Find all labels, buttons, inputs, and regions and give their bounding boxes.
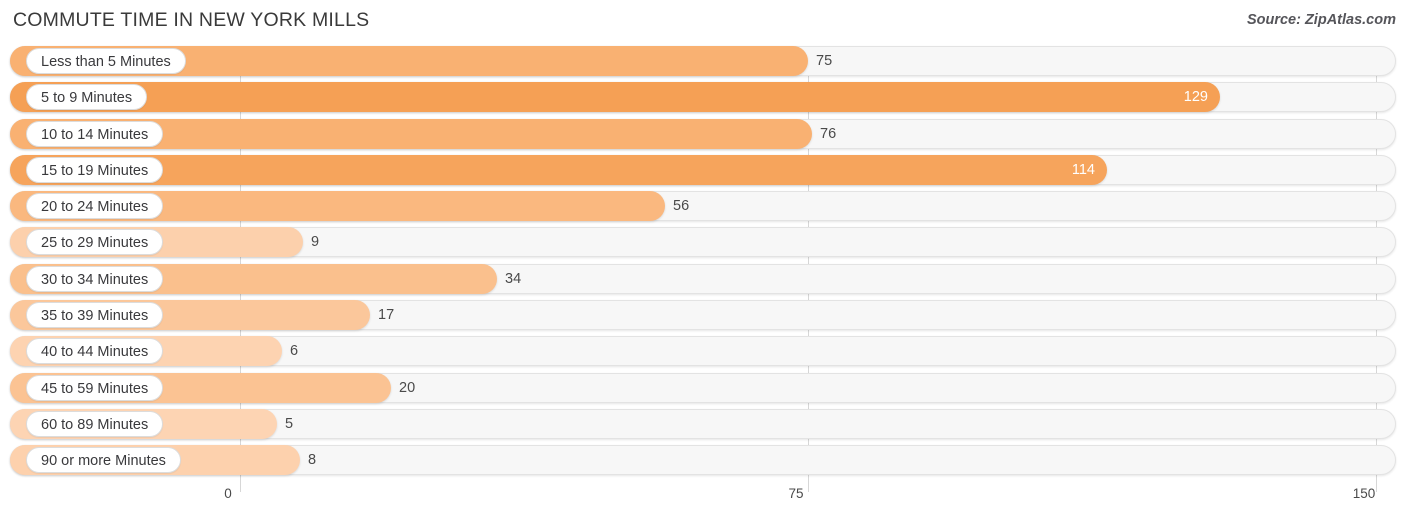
bar-value-label: 34 xyxy=(505,270,522,287)
category-label: 60 to 89 Minutes xyxy=(26,410,164,437)
bar-row[interactable]: 17 35 to 39 Minutes xyxy=(0,300,1406,331)
category-label: 5 to 9 Minutes xyxy=(26,84,148,111)
category-label: 10 to 14 Minutes xyxy=(26,120,164,147)
bar-value-label: 17 xyxy=(378,307,395,324)
category-label: 45 to 59 Minutes xyxy=(26,374,164,401)
bar-value-label: 8 xyxy=(308,452,317,469)
axis-tick-mark xyxy=(240,480,241,492)
bar-row[interactable]: 76 10 to 14 Minutes xyxy=(0,118,1406,149)
bar-row[interactable]: 75 Less than 5 Minutes xyxy=(0,46,1406,76)
bar-value-label: 9 xyxy=(311,234,320,251)
bar-value-label: 20 xyxy=(399,379,416,396)
axis-tick-label: 150 xyxy=(1352,486,1376,501)
bar-row[interactable]: 9 25 to 29 Minutes xyxy=(0,227,1406,258)
category-label: 25 to 29 Minutes xyxy=(26,229,164,256)
category-label: 40 to 44 Minutes xyxy=(26,338,164,365)
axis-tick-mark xyxy=(1376,480,1377,492)
bar[interactable]: 129 xyxy=(10,82,1220,113)
bar-row[interactable]: 129 5 to 9 Minutes xyxy=(0,82,1406,113)
source-attribution: Source: ZipAtlas.com xyxy=(1246,12,1396,28)
commute-time-bar-chart: COMMUTE TIME IN NEW YORK MILLS Source: Z… xyxy=(0,0,1406,524)
bar-value-label: 75 xyxy=(816,53,833,69)
category-label: 15 to 19 Minutes xyxy=(26,156,164,183)
bar-row[interactable]: 20 45 to 59 Minutes xyxy=(0,372,1406,403)
category-label: 20 to 24 Minutes xyxy=(26,193,164,220)
chart-header: COMMUTE TIME IN NEW YORK MILLS Source: Z… xyxy=(0,0,1406,46)
category-label: 35 to 39 Minutes xyxy=(26,302,164,329)
axis-tick-mark xyxy=(808,480,809,492)
bar-row[interactable]: 6 40 to 44 Minutes xyxy=(0,336,1406,367)
x-axis: 0 75 150 xyxy=(0,480,1406,524)
bar-value-label: 6 xyxy=(290,343,299,360)
bar-value-label: 56 xyxy=(673,198,690,215)
bar-row[interactable]: 34 30 to 34 Minutes xyxy=(0,263,1406,294)
bar-value-label: 129 xyxy=(1183,89,1208,106)
axis-tick-label: 75 xyxy=(788,486,804,501)
bar-value-label: 114 xyxy=(1071,161,1095,178)
page-title: COMMUTE TIME IN NEW YORK MILLS xyxy=(13,9,370,31)
bar-value-label: 5 xyxy=(285,415,294,432)
bar-row[interactable]: 56 20 to 24 Minutes xyxy=(0,191,1406,222)
axis-tick-label: 0 xyxy=(224,486,232,501)
bar-row[interactable]: 8 90 or more Minutes xyxy=(0,445,1406,476)
plot-area: 75 Less than 5 Minutes 129 5 to 9 Minutes 76… xyxy=(0,46,1406,484)
bar-value-label: 76 xyxy=(820,125,837,142)
bar-row[interactable]: 5 60 to 89 Minutes xyxy=(0,408,1406,439)
bar-row[interactable]: 114 15 to 19 Minutes xyxy=(0,154,1406,185)
bar[interactable]: 114 xyxy=(10,154,1107,185)
bar-rows: 75 Less than 5 Minutes 129 5 to 9 Minutes 76… xyxy=(0,46,1406,482)
category-label: 30 to 34 Minutes xyxy=(26,265,164,292)
category-label: Less than 5 Minutes xyxy=(26,48,186,74)
category-label: 90 or more Minutes xyxy=(26,447,181,474)
